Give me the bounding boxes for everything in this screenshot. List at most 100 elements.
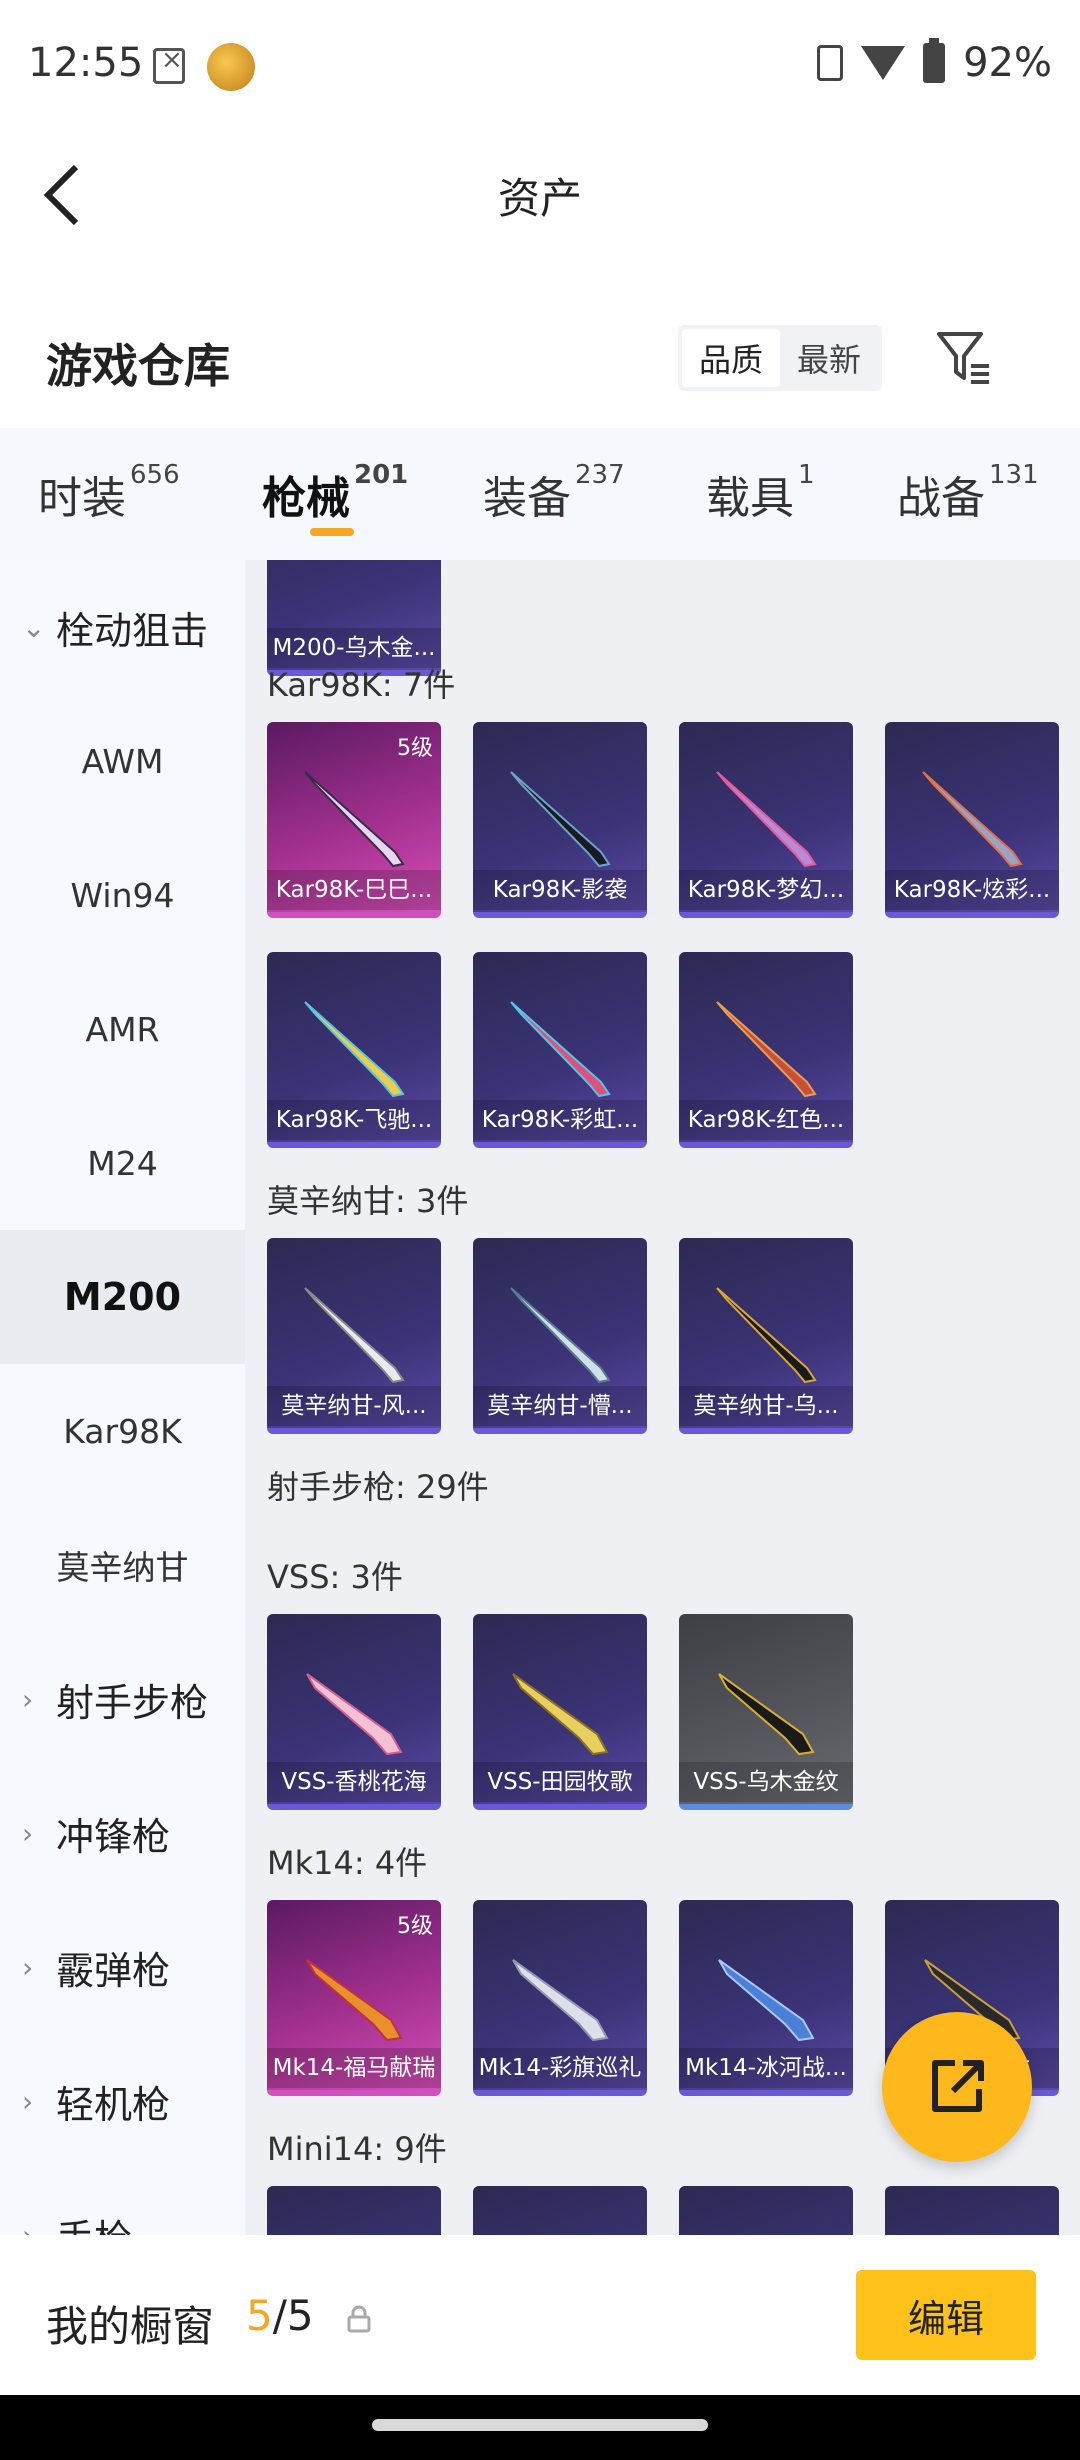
skin-card-name: 莫辛纳甘-懵... <box>473 1386 647 1426</box>
rifle-icon <box>304 1287 405 1384</box>
skin-card-name: Kar98K-梦幻... <box>679 870 853 910</box>
share-button[interactable] <box>882 2012 1032 2162</box>
skin-card[interactable]: Kar98K-梦幻... <box>679 722 853 918</box>
skin-card-name: VSS-香桃花海 <box>267 1762 441 1802</box>
skin-card[interactable]: Kar98K-炫彩... <box>885 722 1059 918</box>
home-gesture-handle[interactable] <box>372 2419 708 2431</box>
section-label: Kar98K: 7件 <box>267 666 456 704</box>
skin-card[interactable]: 5级 Kar98K-巳巳... <box>267 722 441 918</box>
skin-card[interactable] <box>473 2186 647 2235</box>
skin-card-name: VSS-乌木金纹 <box>679 1762 853 1802</box>
rifle-icon <box>306 1959 403 2042</box>
tab-firearms[interactable]: 枪械 201 <box>262 460 408 526</box>
skin-card-name: Mk14-冰河战... <box>679 2048 853 2088</box>
chevron-right-icon: › <box>22 1950 34 1984</box>
skin-card-name: 莫辛纳甘-风... <box>267 1386 441 1426</box>
sidebar-item-dmr[interactable]: › 射手步枪 <box>0 1632 245 1766</box>
skin-card[interactable]: VSS-香桃花海 <box>267 1614 441 1810</box>
skin-card[interactable]: Mk14-彩旗巡礼 <box>473 1900 647 2096</box>
rifle-icon <box>922 771 1023 868</box>
sidebar-item-shotgun[interactable]: › 霰弹枪 <box>0 1900 245 2034</box>
showcase-label: 我的橱窗 <box>46 2302 215 2351</box>
chevron-right-icon: › <box>22 1682 34 1716</box>
app-icon <box>207 43 255 91</box>
sort-toggle: 品质 最新 <box>678 325 882 391</box>
skin-card[interactable]: 莫辛纳甘-懵... <box>473 1238 647 1434</box>
chevron-down-icon: ⌄ <box>22 610 46 644</box>
rifle-icon <box>512 1959 609 2042</box>
skin-card[interactable]: 5级 Mk14-福马献瑞 <box>267 1900 441 2096</box>
battery-percent: 92% <box>963 40 1052 86</box>
skin-card[interactable]: Kar98K-红色... <box>679 952 853 1148</box>
section-label: VSS: 3件 <box>267 1558 403 1596</box>
skin-card[interactable]: Kar98K-彩虹... <box>473 952 647 1148</box>
edit-button[interactable]: 编辑 <box>856 2270 1036 2360</box>
sidebar-item-bolt-sniper[interactable]: ⌄ 栓动狙击 <box>0 560 245 694</box>
skin-card[interactable]: Kar98K-飞驰... <box>267 952 441 1148</box>
rifle-icon <box>718 1959 815 2042</box>
skin-card-name: Kar98K-影袭 <box>473 870 647 910</box>
skin-card-name: Kar98K-巳巳... <box>267 870 441 910</box>
tab-vehicles[interactable]: 载具 1 <box>706 460 815 526</box>
skin-card-name: Kar98K-红色... <box>679 1100 853 1140</box>
sidebar-item-m200[interactable]: M200 <box>0 1230 245 1364</box>
app-header: 资产 <box>0 135 1080 255</box>
weapon-category-sidebar: ⌄ 栓动狙击 AWM Win94 AMR M24 M200 Kar98K 莫辛纳甘… <box>0 560 245 2235</box>
status-bar: 12:55 92% <box>0 0 1080 135</box>
skin-card[interactable]: 莫辛纳甘-风... <box>267 1238 441 1434</box>
skin-card[interactable]: VSS-乌木金纹 <box>679 1614 853 1810</box>
skin-card[interactable]: VSS-田园牧歌 <box>473 1614 647 1810</box>
tab-fashion[interactable]: 时装 656 <box>38 460 180 526</box>
rifle-icon <box>716 771 817 868</box>
skin-card-name: Mk14-彩旗巡礼 <box>473 2048 647 2088</box>
active-tab-indicator <box>310 528 354 536</box>
skin-card[interactable]: Kar98K-影袭 <box>473 722 647 918</box>
battery-icon <box>923 38 946 83</box>
sidebar-item-mosin[interactable]: 莫辛纳甘 <box>0 1498 245 1632</box>
page-title: 资产 <box>497 174 582 223</box>
skin-card[interactable]: M200-乌木金... <box>267 560 441 676</box>
chevron-right-icon: › <box>22 1816 34 1850</box>
sidebar-item-pistol[interactable]: ›手枪 <box>0 2168 245 2236</box>
sidebar-item-awm[interactable]: AWM <box>0 694 245 828</box>
sidebar-item-smg[interactable]: › 冲锋枪 <box>0 1766 245 1900</box>
sort-quality-button[interactable]: 品质 <box>682 329 780 387</box>
skin-card-name: 莫辛纳甘-乌... <box>679 1386 853 1426</box>
vibrate-icon <box>817 45 844 81</box>
skin-card[interactable] <box>885 2186 1059 2235</box>
section-label: 莫辛纳甘: 3件 <box>267 1182 469 1220</box>
skin-card-name: Kar98K-彩虹... <box>473 1100 647 1140</box>
rifle-icon <box>306 1673 403 1756</box>
skin-card[interactable]: Mk14-冰河战... <box>679 1900 853 2096</box>
chevron-right-icon: › <box>22 2084 34 2118</box>
rifle-icon <box>510 1001 611 1098</box>
tab-equipment[interactable]: 装备 237 <box>483 460 625 526</box>
rifle-icon <box>716 1001 817 1098</box>
rifle-icon <box>304 771 405 868</box>
sidebar-item-kar98k[interactable]: Kar98K <box>0 1364 245 1498</box>
status-right-group: 92% <box>817 38 1052 86</box>
skin-grid-area: M200-乌木金... Kar98K: 7件 5级 Kar98K-巳巳... K… <box>245 560 1080 2235</box>
showcase-count: 5/5 <box>246 2291 314 2340</box>
skin-card[interactable]: 莫辛纳甘-乌... <box>679 1238 853 1434</box>
filter-icon[interactable] <box>935 328 993 386</box>
rifle-icon <box>718 1673 815 1756</box>
sim-off-icon <box>153 45 185 84</box>
skin-card[interactable] <box>679 2186 853 2235</box>
lock-icon <box>347 2305 371 2333</box>
section-label: Mk14: 4件 <box>267 1844 428 1882</box>
skin-card-name: VSS-田园牧歌 <box>473 1762 647 1802</box>
chevron-right-icon: › <box>22 2218 34 2236</box>
warehouse-title: 游戏仓库 <box>46 339 230 393</box>
status-time: 12:55 <box>28 40 144 86</box>
section-label: Mini14: 9件 <box>267 2130 447 2168</box>
tab-supplies[interactable]: 战备 131 <box>897 460 1039 526</box>
sort-newest-button[interactable]: 最新 <box>780 329 878 387</box>
skin-level-badge: 5级 <box>397 736 433 761</box>
sidebar-item-win94[interactable]: Win94 <box>0 828 245 962</box>
sidebar-item-amr[interactable]: AMR <box>0 962 245 1096</box>
skin-card-name: Kar98K-飞驰... <box>267 1100 441 1140</box>
sidebar-item-m24[interactable]: M24 <box>0 1096 245 1230</box>
sidebar-item-lmg[interactable]: › 轻机枪 <box>0 2034 245 2168</box>
skin-card[interactable] <box>267 2186 441 2235</box>
